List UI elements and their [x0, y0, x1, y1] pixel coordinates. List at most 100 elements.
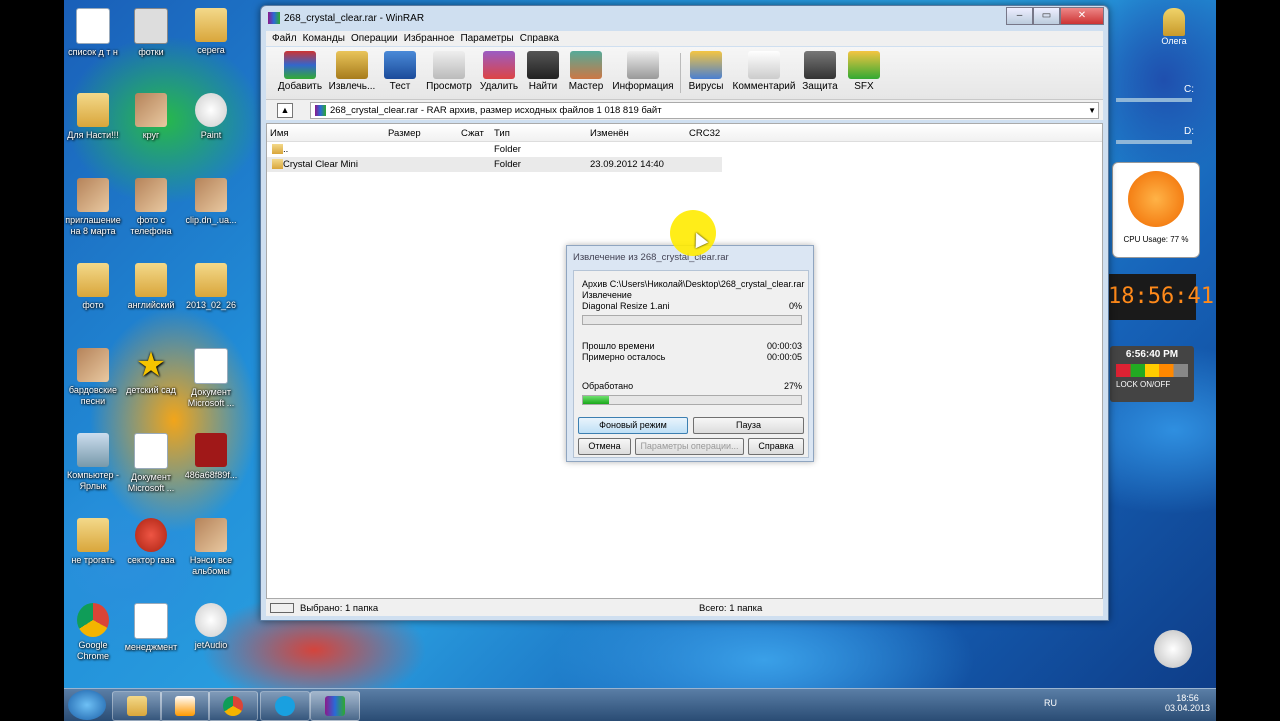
- lock-onoff-label[interactable]: LOCK ON/OFF: [1116, 380, 1194, 389]
- delete-label: Удалить: [479, 81, 519, 92]
- desktop-icon[interactable]: сектор газа: [120, 518, 182, 566]
- status-bar: Выбрано: 1 папка Всего: 1 папка: [266, 599, 1103, 616]
- language-indicator[interactable]: RU: [1044, 698, 1057, 708]
- desktop-icon[interactable]: фотки: [120, 8, 182, 58]
- desktop-icon[interactable]: список д т н: [64, 8, 124, 58]
- taskbar-chrome[interactable]: [208, 691, 258, 721]
- cpu-gadget[interactable]: CPU Usage: 77 %: [1112, 162, 1200, 258]
- row-type: Folder: [494, 144, 521, 155]
- menu-options[interactable]: Параметры: [460, 33, 513, 44]
- desktop-icon[interactable]: Компьютер - Ярлык: [64, 433, 124, 492]
- comment-button[interactable]: Комментарий: [730, 51, 798, 92]
- protect-label: Защита: [802, 81, 838, 92]
- col-type[interactable]: Тип: [494, 128, 510, 139]
- desktop-icon[interactable]: ★ детский сад: [120, 348, 182, 396]
- col-packed[interactable]: Сжат: [461, 128, 484, 139]
- col-modified[interactable]: Изменён: [590, 128, 629, 139]
- user-gadget[interactable]: Олега: [1154, 8, 1194, 46]
- desktop-icon[interactable]: 486a68f89f...: [180, 433, 242, 481]
- up-folder-button[interactable]: ▲: [277, 103, 293, 118]
- table-row[interactable]: Crystal Clear Mini Folder 23.09.2012 14:…: [267, 157, 722, 172]
- taskbar-explorer[interactable]: [112, 691, 162, 721]
- info-button[interactable]: Информация: [612, 51, 674, 92]
- desktop-icon-label: Документ Microsoft ...: [127, 472, 175, 493]
- desktop-icon[interactable]: Документ Microsoft ...: [180, 348, 242, 409]
- paint-icon: [195, 93, 227, 127]
- desktop-icon[interactable]: Нэнси все альбомы: [180, 518, 242, 577]
- extract-label: Извлечь...: [328, 81, 376, 92]
- menu-favorites[interactable]: Избранное: [404, 33, 455, 44]
- desktop-icon[interactable]: Paint: [180, 93, 242, 141]
- pause-button[interactable]: Пауза: [693, 417, 804, 434]
- sfx-label: SFX: [854, 81, 874, 92]
- col-name[interactable]: Имя: [270, 128, 289, 139]
- desktop-icon-label: фото: [82, 300, 104, 310]
- desktop-icon[interactable]: бардовские песни: [64, 348, 124, 407]
- desktop-icon[interactable]: не трогать: [64, 518, 124, 566]
- desktop-icon[interactable]: jetAudio: [180, 603, 242, 651]
- archive-icon: [315, 105, 326, 116]
- col-crc[interactable]: CRC32: [689, 128, 720, 139]
- lock-gadget[interactable]: 6:56:40 PM LOCK ON/OFF: [1110, 346, 1194, 402]
- desktop-icon[interactable]: менеджмент: [120, 603, 182, 653]
- info-icon: [627, 51, 659, 79]
- cam-icon: [134, 8, 168, 44]
- background-mode-button[interactable]: Фоновый режим: [578, 417, 688, 434]
- sfx-button[interactable]: SFX: [838, 51, 890, 92]
- img-icon: [135, 93, 167, 127]
- chevron-down-icon[interactable]: ▼: [1088, 103, 1096, 118]
- title-bar[interactable]: 268_crystal_clear.rar - WinRAR – ▭ ✕: [261, 6, 1108, 30]
- desktop-icon[interactable]: clip.dn_.ua...: [180, 178, 242, 226]
- extract-button[interactable]: Извлечь...: [326, 51, 378, 92]
- view-button[interactable]: Просмотр: [423, 51, 475, 92]
- desktop-icon[interactable]: фото: [64, 263, 124, 311]
- desktop-icon[interactable]: английский: [120, 263, 182, 311]
- remaining-label: Примерно осталось: [582, 352, 666, 362]
- operation-params-button[interactable]: Параметры операции...: [635, 438, 744, 455]
- menu-help[interactable]: Справка: [520, 33, 559, 44]
- wizard-icon: [570, 51, 602, 79]
- desktop-icon[interactable]: Документ Microsoft ...: [120, 433, 182, 494]
- tray-clock[interactable]: 18:56 03.04.2013: [1165, 693, 1210, 713]
- add-button[interactable]: Добавить: [274, 51, 326, 92]
- desktop-icon-label: английский: [127, 300, 175, 310]
- menu-commands[interactable]: Команды: [303, 33, 345, 44]
- winrar-icon: [325, 696, 345, 716]
- drive-icon: [270, 603, 294, 613]
- dialog-title[interactable]: Извлечение из 268_crystal_clear.rar: [573, 252, 729, 263]
- desktop-icon-label: Документ Microsoft ...: [187, 387, 235, 408]
- recycle-bin-icon[interactable]: [1154, 630, 1192, 668]
- virus-button[interactable]: Вирусы: [680, 51, 732, 92]
- desktop-icon[interactable]: 2013_02_26: [180, 263, 242, 311]
- help-button[interactable]: Справка: [748, 438, 804, 455]
- col-size[interactable]: Размер: [388, 128, 421, 139]
- maximize-button[interactable]: ▭: [1033, 7, 1060, 25]
- desktop-icon[interactable]: серега: [180, 8, 242, 56]
- path-text: 268_crystal_clear.rar - RAR архив, разме…: [330, 105, 662, 116]
- folder-icon: [77, 518, 109, 552]
- taskbar-winrar[interactable]: [310, 691, 360, 721]
- find-label: Найти: [528, 81, 558, 92]
- find-icon: [527, 51, 559, 79]
- menu-file[interactable]: Файл: [272, 33, 297, 44]
- taskbar-media[interactable]: [160, 691, 210, 721]
- cancel-button[interactable]: Отмена: [578, 438, 631, 455]
- status-total: Всего: 1 папка: [699, 603, 763, 614]
- close-button[interactable]: ✕: [1060, 7, 1104, 25]
- menu-operations[interactable]: Операции: [351, 33, 398, 44]
- desktop-icon[interactable]: круг: [120, 93, 182, 141]
- taskbar-skype[interactable]: [260, 691, 310, 721]
- desktop-icon[interactable]: фото с телефона: [120, 178, 182, 237]
- minimize-button[interactable]: –: [1006, 7, 1033, 25]
- path-dropdown[interactable]: 268_crystal_clear.rar - RAR архив, разме…: [310, 102, 1099, 119]
- table-row[interactable]: .. Folder: [267, 142, 1102, 157]
- desktop-icon[interactable]: Для Насти!!!: [64, 93, 124, 141]
- action-label: Извлечение: [582, 290, 632, 300]
- test-button[interactable]: Тест: [374, 51, 426, 92]
- desktop-icon[interactable]: приглашение на 8 марта: [64, 178, 124, 237]
- cpu-face-icon: [1128, 171, 1184, 227]
- column-header: Имя Размер Сжат Тип Изменён CRC32: [267, 124, 1102, 142]
- desktop-icon[interactable]: Google Chrome: [64, 603, 124, 662]
- wizard-button[interactable]: Мастер: [560, 51, 612, 92]
- start-button[interactable]: [68, 690, 106, 720]
